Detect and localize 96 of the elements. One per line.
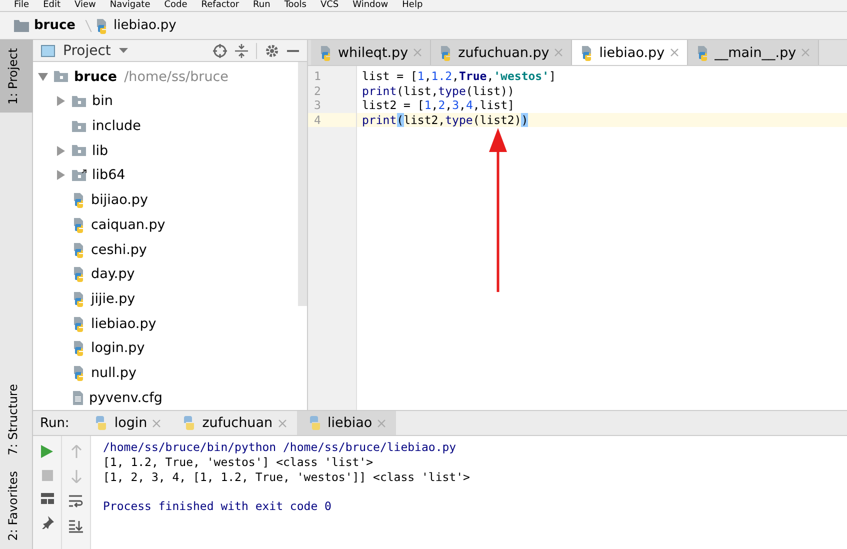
- line-number: 4: [308, 112, 356, 127]
- side-tab[interactable]: 1: Project: [0, 40, 32, 113]
- editor-tab[interactable]: whileqt.py: [311, 40, 432, 65]
- run-label: Run:: [39, 416, 70, 430]
- tree-item[interactable]: bin: [92, 93, 113, 110]
- menu-item[interactable]: VCS: [320, 0, 339, 11]
- collapsed-arrow-icon[interactable]: [55, 170, 67, 180]
- folder-link-icon: [72, 168, 87, 182]
- python-file-icon: [72, 364, 86, 381]
- side-tab[interactable]: 2: Favorites: [0, 463, 32, 549]
- soft-wrap-icon[interactable]: [69, 495, 83, 508]
- collapsed-arrow-icon[interactable]: [55, 96, 67, 106]
- side-tab[interactable]: 7: Structure: [0, 376, 32, 464]
- menu-item[interactable]: Code: [164, 0, 188, 11]
- close-icon[interactable]: [801, 48, 810, 57]
- tree-item[interactable]: caiquan.py: [91, 216, 166, 233]
- down-arrow-icon[interactable]: [70, 470, 82, 483]
- tree-item[interactable]: liebiao.py: [91, 316, 156, 332]
- python-file-icon: [72, 290, 86, 307]
- tree-item[interactable]: login.py: [91, 340, 145, 356]
- run-icon[interactable]: [41, 445, 53, 458]
- layout-icon[interactable]: [40, 493, 54, 504]
- tree-item[interactable]: jijie.py: [91, 290, 136, 307]
- folder-icon: [14, 20, 29, 32]
- python-file-icon: [72, 192, 86, 208]
- line-number: 2: [313, 84, 322, 98]
- python-file-icon: [72, 316, 86, 332]
- menu-item[interactable]: View: [74, 0, 96, 11]
- pin-icon[interactable]: [40, 516, 54, 529]
- run-tab[interactable]: login: [83, 411, 172, 435]
- folder-path: /home/ss/bruce: [124, 68, 228, 85]
- folder-icon: [72, 144, 87, 158]
- collapse-icon[interactable]: [235, 44, 248, 58]
- window-icon: [41, 44, 55, 57]
- menu-item[interactable]: Help: [402, 0, 423, 11]
- folder-icon: [72, 120, 87, 133]
- close-icon[interactable]: [413, 48, 422, 57]
- python-file-icon: [72, 216, 86, 233]
- line-number: 1: [313, 69, 322, 84]
- console-line: [1, 2, 3, 4, [1, 1.2, True, 'westos']] <class 'list'>: [103, 470, 470, 485]
- tree-item[interactable]: bruce: [74, 68, 118, 85]
- tree-item[interactable]: lib: [92, 142, 108, 159]
- close-icon[interactable]: [377, 418, 386, 428]
- menu-item[interactable]: Window: [352, 0, 388, 11]
- stop-icon[interactable]: [42, 470, 52, 481]
- tree-item[interactable]: bijiao.py: [91, 192, 148, 208]
- close-icon[interactable]: [152, 418, 162, 428]
- up-arrow-icon[interactable]: [70, 445, 82, 458]
- menu-item[interactable]: File: [14, 0, 30, 11]
- editor-tab[interactable]: liebiao.py: [572, 40, 688, 65]
- scroll-to-end-icon[interactable]: [69, 520, 83, 533]
- code-line: list = [1,1.2,True,'westos']: [362, 69, 556, 83]
- folder-icon: [72, 94, 87, 108]
- python-file-icon: [72, 242, 86, 258]
- console-line: [1, 1.2, True, 'westos'] <class 'list'>: [103, 455, 374, 470]
- gear-icon[interactable]: [265, 44, 279, 58]
- python-file-icon: [94, 18, 108, 34]
- folder-icon: [54, 70, 69, 84]
- expand-arrow-icon[interactable]: [37, 72, 49, 81]
- tree-item[interactable]: pyvenv.cfg: [89, 390, 162, 406]
- python-file-icon: [696, 44, 710, 60]
- tree-item[interactable]: include: [92, 118, 141, 134]
- tree-item[interactable]: ceshi.py: [91, 242, 147, 258]
- tree-item[interactable]: lib64: [92, 167, 126, 184]
- target-icon[interactable]: [213, 44, 227, 58]
- code-line: list2 = [1,2,3,4,list]: [362, 98, 514, 112]
- panel-title[interactable]: Project: [63, 42, 111, 59]
- menu-item[interactable]: Run: [253, 0, 270, 11]
- run-tab[interactable]: zufuchuan: [171, 411, 297, 435]
- editor-tab[interactable]: zufuchuan.py: [431, 40, 572, 65]
- breadcrumb-item[interactable]: bruce: [34, 18, 76, 33]
- python-file-icon: [319, 44, 333, 60]
- breadcrumb-item[interactable]: liebiao.py: [114, 18, 176, 33]
- menu-item[interactable]: Edit: [43, 0, 60, 11]
- scrollbar[interactable]: [298, 62, 307, 306]
- text-file-icon: [72, 390, 84, 405]
- console-line: Process finished with exit code 0: [103, 499, 332, 514]
- code-line: print(list,type(list)): [362, 84, 514, 98]
- run-tab[interactable]: liebiao: [296, 411, 396, 435]
- code-line: print(list2,type(list2)): [362, 112, 528, 126]
- tree-item[interactable]: day.py: [91, 266, 135, 282]
- minimize-icon[interactable]: [287, 50, 299, 52]
- python-file-icon: [72, 266, 86, 282]
- menu-item[interactable]: Refactor: [201, 0, 240, 11]
- menu-item[interactable]: Tools: [284, 0, 306, 11]
- collapsed-arrow-icon[interactable]: [55, 146, 67, 156]
- console-line: /home/ss/bruce/bin/python /home/ss/bruce/liebiao.py: [103, 440, 458, 455]
- python-file-icon: [72, 340, 86, 356]
- close-icon[interactable]: [670, 48, 679, 57]
- tree-item[interactable]: null.py: [91, 364, 136, 381]
- line-number: 3: [313, 98, 322, 112]
- close-icon[interactable]: [554, 48, 564, 57]
- caret-icon[interactable]: [118, 48, 128, 54]
- close-icon[interactable]: [278, 418, 287, 428]
- editor-tab[interactable]: __main__.py: [688, 40, 820, 65]
- menu-item[interactable]: Navigate: [110, 0, 150, 11]
